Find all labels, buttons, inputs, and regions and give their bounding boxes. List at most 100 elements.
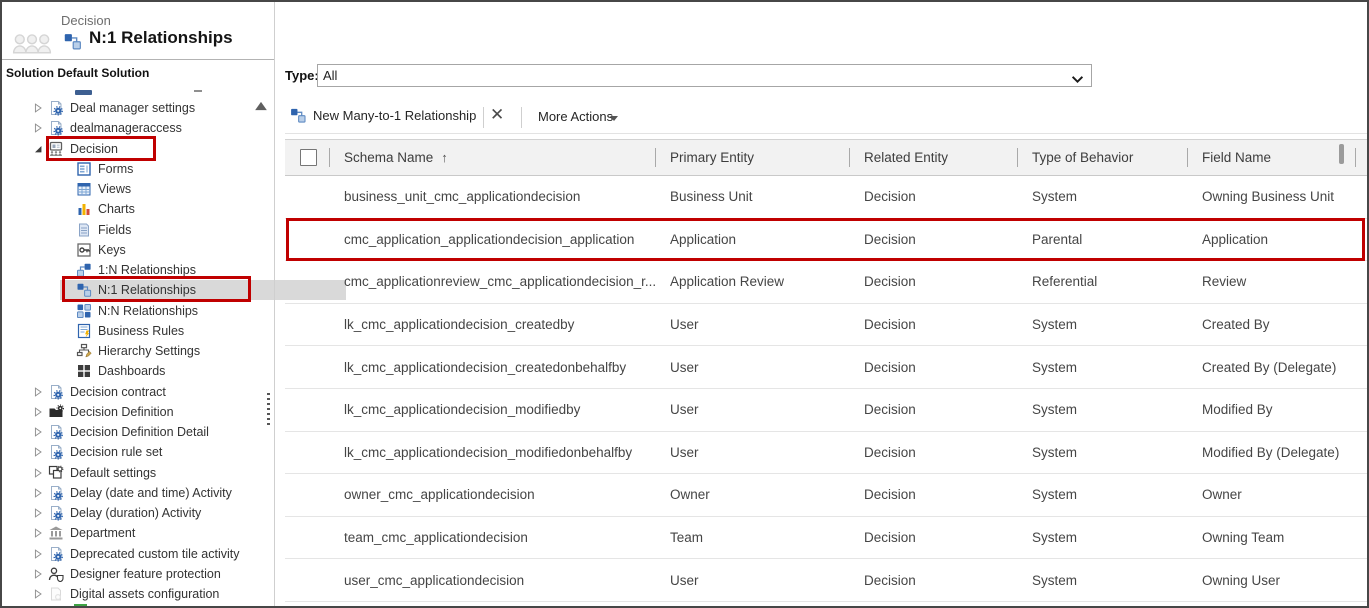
row-checkbox-cell	[285, 346, 329, 388]
column-header-label: Schema Name	[344, 150, 433, 165]
column-header-overflow	[1355, 140, 1369, 175]
tree-item-label: Keys	[98, 243, 126, 257]
tree-item-label: Deal manager settings	[70, 101, 195, 115]
grid-row-owner-cmc-applicationdecision[interactable]: owner_cmc_applicationdecisionOwnerDecisi…	[285, 474, 1369, 517]
grid-row-lk-cmc-applicationdecision-modifiedby[interactable]: lk_cmc_applicationdecision_modifiedbyUse…	[285, 389, 1369, 432]
delete-button[interactable]: ✕	[490, 105, 504, 125]
solution-tree: Deal manager settingsdealmanageraccessDe…	[2, 2, 274, 608]
tree-item-label: Decision rule set	[70, 445, 162, 459]
row-checkbox-cell	[285, 517, 329, 559]
column-header-related-entity[interactable]: Related Entity	[849, 140, 1017, 175]
collapse-arrow-icon[interactable]	[32, 385, 48, 399]
cell-primary-entity: Team	[655, 517, 849, 559]
tree-item-decision-definition-detail[interactable]: Decision Definition Detail	[2, 422, 302, 442]
tree-item-label: Dashboards	[98, 364, 165, 378]
cell-schema-name: user_cmc_applicationdecision	[329, 559, 655, 601]
tree-item-label: Delay (duration) Activity	[70, 506, 201, 520]
chart-icon	[76, 201, 92, 217]
tree-item-decision-rule-set[interactable]: Decision rule set	[2, 442, 302, 462]
rel-1n-icon	[76, 262, 92, 278]
type-filter-value: All	[323, 68, 337, 83]
collapse-arrow-icon[interactable]	[32, 587, 48, 601]
tree-item-designer-feature-protection[interactable]: Designer feature protection	[2, 564, 302, 584]
tree-item-label: Forms	[98, 162, 133, 176]
grid-row-lk-cmc-applicationdecision-modifiedonbeh[interactable]: lk_cmc_applicationdecision_modifiedonbeh…	[285, 432, 1369, 475]
tree-item-decision-contract[interactable]: Decision contract	[2, 382, 302, 402]
person-shield-icon	[48, 566, 64, 582]
tree-item-decision-definition[interactable]: Decision Definition	[2, 402, 302, 422]
tree-item-digital-assets-configuration[interactable]: Digital assets configuration	[2, 584, 302, 604]
collapse-arrow-icon[interactable]	[32, 101, 48, 115]
business-rule-icon	[76, 323, 92, 339]
many-to-one-relationship-icon	[289, 107, 307, 124]
cell-primary-entity: Owner	[655, 474, 849, 516]
cell-primary-entity: Business Unit	[655, 176, 849, 218]
type-filter-select[interactable]: All	[317, 64, 1092, 87]
cell-field-name: Modified By	[1187, 389, 1355, 431]
tree-item-label: Department	[70, 526, 135, 540]
cell-field-name: Review	[1187, 261, 1355, 303]
column-header-schema-name[interactable]: Schema Name↑	[329, 140, 655, 175]
grid-row-user-cmc-applicationdecision[interactable]: user_cmc_applicationdecisionUserDecision…	[285, 559, 1369, 602]
collapse-arrow-icon[interactable]	[32, 121, 48, 135]
rel-n1-icon	[76, 282, 92, 298]
grid-header: Schema Name↑ Primary Entity Related Entity…	[285, 139, 1369, 176]
cell-type-of-behavior: System	[1017, 176, 1187, 218]
collapse-arrow-icon[interactable]	[32, 567, 48, 581]
form-icon	[76, 161, 92, 177]
tree-item-decision[interactable]: Decision	[2, 139, 302, 159]
column-header-field-name[interactable]: Field Name	[1187, 140, 1355, 175]
column-header-type-of-behavior[interactable]: Type of Behavior	[1017, 140, 1187, 175]
column-header-primary-entity[interactable]: Primary Entity	[655, 140, 849, 175]
cell-type-of-behavior: System	[1017, 389, 1187, 431]
select-all-checkbox[interactable]	[300, 149, 317, 166]
collapse-arrow-icon[interactable]	[32, 405, 48, 419]
panel-splitter-handle[interactable]	[267, 393, 270, 425]
collapse-arrow-icon[interactable]	[32, 547, 48, 561]
tree-item-default-settings[interactable]: Default settings	[2, 463, 302, 483]
tree-scrollbar-up-icon[interactable]	[254, 99, 268, 111]
select-all-checkbox-cell	[285, 140, 329, 175]
tree-item-label: 1:N Relationships	[98, 263, 196, 277]
cell-type-of-behavior: Parental	[1017, 219, 1187, 261]
tree-item-department[interactable]: Department	[2, 523, 302, 543]
collapse-arrow-icon[interactable]	[32, 526, 48, 540]
column-header-label: Type of Behavior	[1032, 150, 1133, 165]
grid-row-lk-cmc-applicationdecision-createdonbeha[interactable]: lk_cmc_applicationdecision_createdonbeha…	[285, 346, 1369, 389]
grid-row-lk-cmc-applicationdecision-createdby[interactable]: lk_cmc_applicationdecision_createdbyUser…	[285, 304, 1369, 347]
expand-arrow-icon[interactable]	[32, 142, 48, 156]
row-checkbox-cell	[285, 261, 329, 303]
field-icon	[76, 222, 92, 238]
entity-icon	[48, 141, 64, 157]
grid-row-cmc-application-applicationdecision-appl[interactable]: cmc_application_applicationdecision_appl…	[285, 219, 1369, 262]
row-checkbox-cell	[285, 219, 329, 261]
grid-row-team-cmc-applicationdecision[interactable]: team_cmc_applicationdecisionTeamDecision…	[285, 517, 1369, 560]
tree-item-dealmanageraccess[interactable]: dealmanageraccess	[2, 118, 302, 138]
collapse-arrow-icon[interactable]	[32, 445, 48, 459]
toolbar-bottom-divider	[285, 133, 1369, 134]
tree-item-deprecated-custom-tile-activity[interactable]: Deprecated custom tile activity	[2, 544, 302, 564]
tree-item-label: Decision contract	[70, 385, 166, 399]
tree-item-label: Decision Definition	[70, 405, 174, 419]
row-checkbox-cell	[285, 304, 329, 346]
cell-related-entity: Decision	[849, 559, 1017, 601]
cell-related-entity: Decision	[849, 389, 1017, 431]
row-checkbox-cell	[285, 474, 329, 516]
collapse-arrow-icon[interactable]	[32, 425, 48, 439]
collapse-arrow-icon[interactable]	[32, 486, 48, 500]
collapse-arrow-icon[interactable]	[32, 506, 48, 520]
new-many-to-one-relationship-button[interactable]: New Many-to-1 Relationship	[289, 107, 476, 124]
tree-item-label: Decision Definition Detail	[70, 425, 209, 439]
collapse-arrow-icon[interactable]	[32, 466, 48, 480]
grid-row-cmc-applicationreview-cmc-applicationdec[interactable]: cmc_applicationreview_cmc_applicationdec…	[285, 261, 1369, 304]
chevron-down-icon	[1071, 72, 1084, 87]
tree-item-delay-duration-activity[interactable]: Delay (duration) Activity	[2, 503, 302, 523]
column-header-label: Primary Entity	[670, 150, 754, 165]
cell-schema-name: lk_cmc_applicationdecision_modifiedonbeh…	[329, 432, 655, 474]
tree-item-delay-date-and-time-activity[interactable]: Delay (date and time) Activity	[2, 483, 302, 503]
row-checkbox-cell	[285, 432, 329, 474]
grid-scrollbar-thumb[interactable]	[1339, 144, 1344, 164]
grid-row-business-unit-cmc-applicationdecision[interactable]: business_unit_cmc_applicationdecisionBus…	[285, 176, 1369, 219]
cell-field-name: Modified By (Delegate)	[1187, 432, 1355, 474]
more-actions-button[interactable]: More Actions	[538, 109, 613, 124]
